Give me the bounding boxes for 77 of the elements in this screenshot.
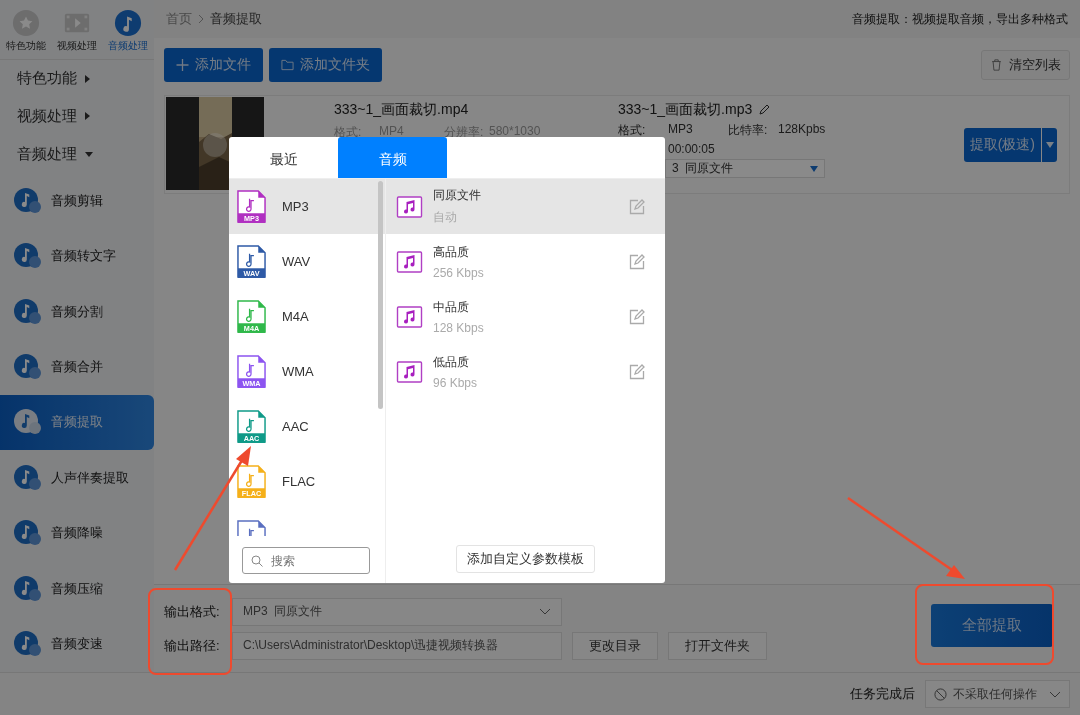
popup-tab[interactable]: 音频 <box>338 137 447 178</box>
audio-tool-icon <box>13 185 43 216</box>
sidebar-group[interactable]: 音频处理 <box>0 135 154 173</box>
audio-tool-icon <box>13 351 43 382</box>
no-icon <box>934 687 947 701</box>
edit-icon[interactable] <box>629 198 645 215</box>
sidebar-item[interactable]: 音频压缩 <box>0 561 154 617</box>
audio-tool-icon <box>13 462 43 493</box>
audio-tool-icon <box>13 296 43 327</box>
sidebar-item[interactable]: 音频降噪 <box>0 505 154 562</box>
music-icon <box>396 250 423 273</box>
music-note-icon <box>114 9 143 37</box>
breadcrumb-current: 音频提取 <box>210 10 262 28</box>
music-icon <box>396 305 423 328</box>
dropdown-button[interactable] <box>1042 127 1057 162</box>
preset-item[interactable]: 低品质 96 Kbps <box>386 344 665 399</box>
extract-button[interactable]: 提取(极速) <box>963 127 1041 162</box>
mode-tab[interactable]: 音频处理 <box>108 9 149 53</box>
sidebar-item[interactable]: 人声伴奏提取 <box>0 450 154 506</box>
folder-button[interactable]: 打开文件夹 <box>668 631 767 660</box>
sidebar-item[interactable]: 音频变速 <box>0 616 154 672</box>
format-select[interactable]: MP3 同原文件 <box>232 597 562 626</box>
preset-detail: 256 Kbps <box>433 265 485 280</box>
chevron-icon <box>198 14 204 24</box>
trash-icon <box>990 59 1003 71</box>
sidebar-item[interactable]: 音频合并 <box>0 339 154 395</box>
add-file-button[interactable]: 添加文件 <box>164 48 263 82</box>
clear-list-button[interactable]: 清空列表 <box>981 50 1070 80</box>
mode-tab[interactable]: 视频处理 <box>57 9 97 53</box>
pencil-icon[interactable] <box>758 104 771 116</box>
after-task-label: 任务完成后 <box>850 685 915 703</box>
preset-item[interactable]: 中品质 128 Kbps <box>386 289 665 344</box>
field-label: 输出格式: <box>164 602 221 621</box>
chevron-down-icon <box>1049 690 1061 698</box>
preset-item[interactable]: 高品质 256 Kbps <box>386 234 665 289</box>
extract-all-button[interactable]: 全部提取 <box>931 604 1053 647</box>
add-template-button[interactable]: 添加自定义参数模板 <box>456 545 595 573</box>
preset-name: 同原文件 <box>433 187 482 204</box>
sidebar-group[interactable]: 视频处理 <box>0 97 154 136</box>
folder-button[interactable]: 更改目录 <box>572 631 658 660</box>
music-icon <box>396 195 423 218</box>
edit-icon[interactable] <box>629 363 645 380</box>
search-icon <box>251 555 263 567</box>
duration-value: 00:00:05 <box>667 142 716 156</box>
preset-name: 中品质 <box>433 298 470 316</box>
preset-select[interactable]: 3 同原文件 <box>665 159 825 178</box>
meta-label: 比特率: <box>728 122 769 139</box>
plus-icon <box>176 59 189 71</box>
preset-name: 高品质 <box>433 243 470 261</box>
chevron-down-icon <box>539 608 551 615</box>
scrollbar[interactable] <box>378 181 383 409</box>
edit-icon[interactable] <box>629 308 645 325</box>
meta-value: MP3 <box>668 122 694 138</box>
field-label: 输出路径: <box>164 636 221 655</box>
file-name: 333~1_画面裁切.mp4 <box>334 101 470 119</box>
sidebar-item[interactable]: 音频分割 <box>0 283 154 340</box>
edit-icon[interactable] <box>629 253 645 270</box>
folder-icon <box>281 59 294 71</box>
mode-tab[interactable]: 特色功能 <box>5 9 46 53</box>
meta-value: 128Kpbs <box>778 122 827 138</box>
preset-detail: 96 Kbps <box>433 375 479 390</box>
page-description: 音频提取：视频提取音频，导出多种格式 <box>852 10 1068 28</box>
path-field[interactable]: C:\Users\Administrator\Desktop\迅捷视频转换器 <box>232 631 562 660</box>
meta-label: 格式: <box>618 122 647 139</box>
search-field[interactable]: 搜索 <box>242 547 370 574</box>
sidebar-group[interactable]: 特色功能 <box>0 60 154 98</box>
output-file-name: 333~1_画面裁切.mp3 <box>618 101 753 119</box>
preset-detail: 128 Kbps <box>433 320 485 335</box>
preset-name: 低品质 <box>433 353 470 371</box>
audio-tool-icon <box>13 573 43 604</box>
sidebar-item[interactable]: 音频剪辑 <box>0 172 154 229</box>
music-icon <box>396 360 423 383</box>
sidebar-item[interactable]: 音频提取 <box>0 394 154 451</box>
after-task-select[interactable]: 不采取任何操作 <box>925 680 1070 708</box>
sidebar-item[interactable]: 音频转文字 <box>0 228 154 284</box>
popup-tab[interactable]: 最近 <box>229 137 338 178</box>
add-folder-button[interactable]: 添加文件夹 <box>269 48 382 82</box>
